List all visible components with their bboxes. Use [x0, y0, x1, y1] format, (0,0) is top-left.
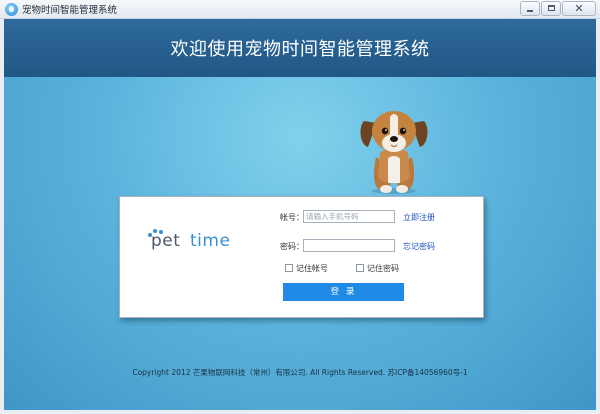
- svg-text:pet: pet: [151, 231, 180, 251]
- svg-text:time: time: [190, 231, 230, 251]
- window-controls: ✕: [520, 1, 596, 16]
- window-frame-right: [596, 19, 600, 414]
- minimize-button[interactable]: [520, 1, 540, 16]
- window-title: 宠物时间智能管理系统: [22, 5, 118, 16]
- pet-time-logo: pet time: [148, 229, 230, 251]
- account-input[interactable]: 请输入手机号码: [303, 210, 395, 223]
- forgot-password-link[interactable]: 忘记密码: [403, 241, 435, 252]
- maximize-button[interactable]: [541, 1, 561, 16]
- account-label: 帐号：: [280, 213, 304, 222]
- register-link[interactable]: 立即注册: [403, 212, 435, 223]
- window-frame-bottom: [0, 410, 600, 414]
- page-header: 欢迎使用宠物时间智能管理系统: [4, 19, 596, 77]
- login-button[interactable]: 登 录: [283, 283, 404, 301]
- window-titlebar: 宠物时间智能管理系统 ✕: [0, 0, 600, 19]
- login-panel: pet time 帐号： 请输入手机号码 立即注册 密码： 忘记密码 记住帐号 …: [119, 196, 484, 318]
- minimize-icon: [527, 10, 533, 12]
- close-icon: ✕: [574, 2, 584, 15]
- password-label: 密码：: [280, 242, 304, 251]
- close-button[interactable]: ✕: [562, 1, 596, 16]
- remember-password-checkbox[interactable]: [356, 264, 364, 272]
- remember-password-label: 记住密码: [367, 264, 399, 273]
- maximize-icon: [548, 5, 555, 11]
- puppy-image: [360, 111, 428, 194]
- remember-account-label: 记住帐号: [296, 264, 328, 273]
- page-title: 欢迎使用宠物时间智能管理系统: [170, 39, 430, 60]
- password-input[interactable]: [303, 239, 395, 252]
- copyright-footer: Copyright 2012 芒果物联网科技（常州）有限公司. All Righ…: [132, 368, 468, 377]
- remember-account-checkbox[interactable]: [285, 264, 293, 272]
- app-icon: [5, 3, 18, 16]
